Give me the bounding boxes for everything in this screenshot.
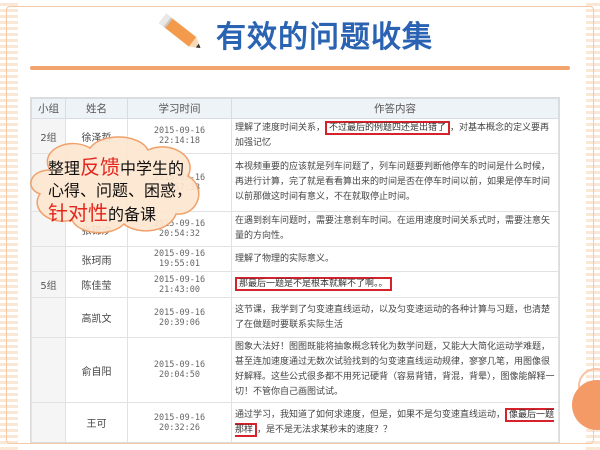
- name-cell: 王可: [65, 402, 128, 442]
- table-header-row: 小组 姓名 学习时间 作答内容: [31, 98, 559, 119]
- header-time: 学习时间: [127, 98, 232, 119]
- callout-accent-targeted: 针对性: [48, 201, 108, 225]
- time-cell: 2015-09-16 21:43:00: [127, 271, 232, 298]
- content-cell: 那最后一题是不是根本就解不了啊。。: [231, 271, 559, 298]
- header-group: 小组: [31, 98, 66, 119]
- table-row: 俞自阳 2015-09-16 20:04:50 图象大法好！图图既能将抽象概念转…: [31, 337, 559, 403]
- group-cell: [31, 246, 66, 272]
- header-name: 姓名: [65, 98, 128, 119]
- content-cell: 这节课，我学到了匀变速直线运动，以及匀变速运动的各种计算与习题，也清楚了在做题时…: [231, 297, 559, 338]
- group-cell: [31, 402, 66, 442]
- group-cell: [31, 337, 66, 403]
- content-cell: 理解了速度时间关系， 不过最后的例题四还是出错了 ，对基本概念的定义要再加强记忆: [231, 118, 559, 154]
- header-content: 作答内容: [231, 98, 559, 119]
- callout-bubble: 整理反馈中学生的 心得、问题、困惑， 针对性的备课: [20, 130, 210, 240]
- name-cell: 陈佳莹: [65, 271, 128, 298]
- group-cell: [31, 297, 66, 338]
- table-row: 高凯文 2015-09-16 20:39:06 这节课，我学到了匀变速直线运动，…: [31, 297, 559, 338]
- page-title: 有效的问题收集: [216, 20, 433, 55]
- table-row: 王可 2015-09-16 20:32:26 通过学习，我知道了如何求速度，但是…: [31, 402, 559, 442]
- content-cell: 图象大法好！图图既能将抽象概念转化为数学问题，又能大大简化运动学难题，甚至连加速…: [231, 337, 559, 403]
- callout-text: 整理反馈中学生的 心得、问题、困惑， 针对性的备课: [48, 155, 193, 225]
- highlight-box: 那最后一题是不是根本就解不了啊。。: [235, 277, 392, 291]
- table-row: 5组 陈佳莹 2015-09-16 21:43:00 那最后一题是不是根本就解不…: [31, 271, 559, 298]
- content-cell: 通过学习，我知道了如何求速度，但是，如果不是匀变速直线运动， 像最后一题那样 ，是不…: [231, 402, 559, 442]
- name-cell: 俞自阳: [65, 337, 128, 403]
- title-underline: [30, 66, 570, 70]
- time-cell: 2015-09-16 19:55:01: [127, 246, 232, 272]
- time-cell: 2015-09-16 20:39:06: [127, 297, 232, 338]
- name-cell: 张珂雨: [65, 246, 128, 272]
- time-cell: 2015-09-16 20:32:26: [127, 402, 232, 442]
- content-cell: 在遇到刹车问题时，需要注意刹车时间。在运用速度时间关系式时，需要注意矢量的方向性…: [231, 211, 559, 247]
- pencil-icon: [150, 4, 210, 60]
- callout-accent-feedback: 反馈: [80, 155, 121, 179]
- table-row: 张珂雨 2015-09-16 19:55:01 理解了物理的实际意义。: [31, 246, 559, 272]
- content-cell: 本视频重要的应该就是列车问题了，列车问题要判断他停车的时间是什么时候，再进行计算…: [231, 153, 559, 212]
- time-cell: 2015-09-16 20:04:50: [127, 337, 232, 403]
- name-cell: 高凯文: [65, 297, 128, 338]
- group-cell: 5组: [31, 271, 66, 298]
- highlight-box: 不过最后的例题四还是出错了: [325, 121, 451, 135]
- content-cell: 理解了物理的实际意义。: [231, 246, 559, 272]
